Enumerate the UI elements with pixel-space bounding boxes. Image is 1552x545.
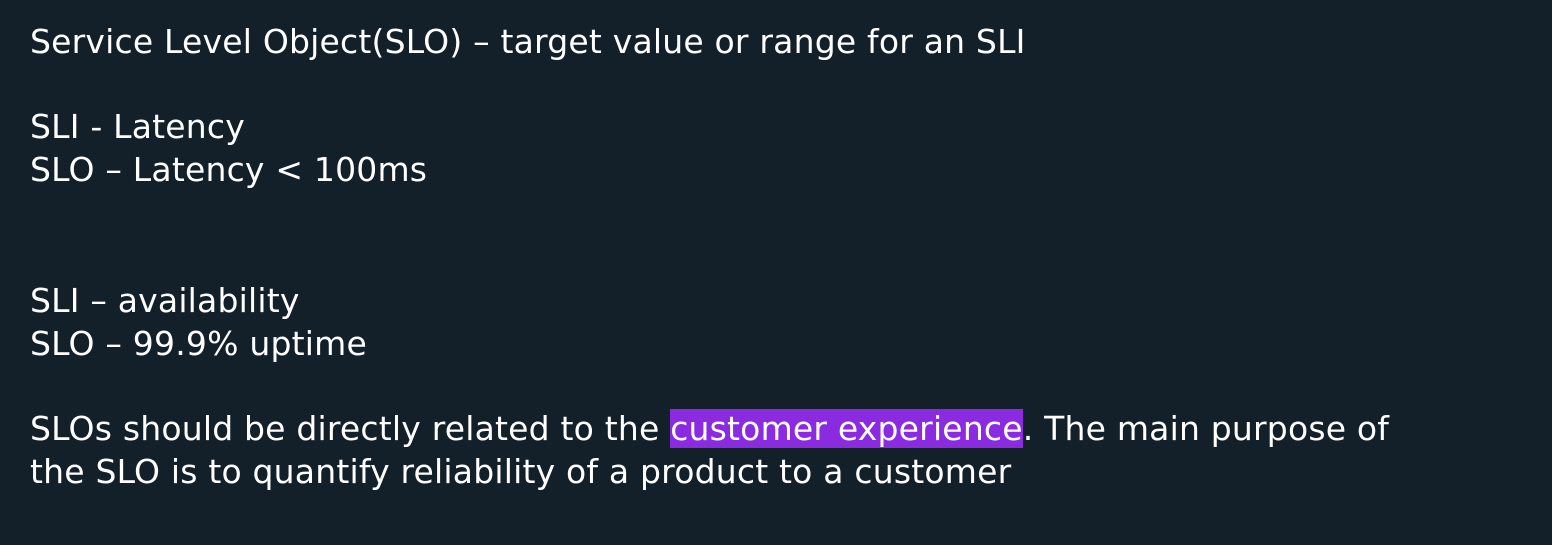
sli-latency-text: SLI - Latency [30, 107, 245, 146]
paragraph-tail-text: . The main purpose of [1022, 409, 1390, 448]
slo-availability-text: SLO – 99.9% uptime [30, 324, 367, 363]
sli-availability-text: SLI – availability [30, 281, 300, 320]
slide: Service Level Object(SLO) – target value… [0, 0, 1552, 545]
paragraph-line-1: SLOs should be directly related to the c… [30, 407, 1389, 450]
paragraph-line-2: the SLO is to quantify reliability of a … [30, 452, 1012, 491]
slo-latency-text: SLO – Latency < 100ms [30, 150, 428, 189]
highlighted-text: customer experience [670, 409, 1023, 448]
paragraph-lead-text: SLOs should be directly related to the [30, 409, 671, 448]
slo-definition-text: Service Level Object(SLO) – target value… [30, 22, 1026, 61]
